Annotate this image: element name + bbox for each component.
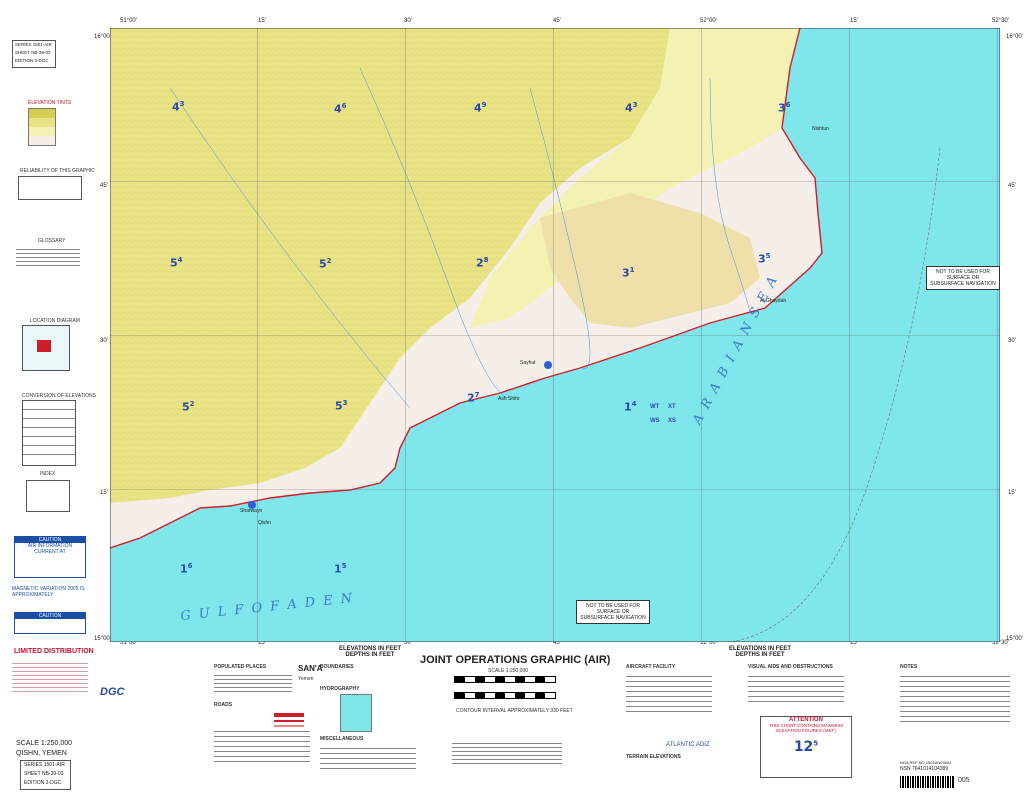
grid-label: WS	[650, 418, 660, 424]
notes-title: NOTES	[900, 664, 918, 670]
terrain-elevations-title: TERRAIN ELEVATIONS	[626, 754, 681, 760]
mef-label: 53	[335, 399, 348, 413]
barcode	[900, 776, 954, 788]
top-coord-2: 15'	[258, 18, 266, 24]
mef-label: 52	[182, 400, 195, 414]
visual-aids-legend	[748, 672, 844, 706]
glossary-title: GLOSSARY	[38, 238, 66, 244]
right-coord-4: 15'	[1008, 490, 1016, 496]
visual-aids-title: VISUAL AIDS AND OBSTRUCTIONS	[748, 664, 833, 670]
conversion-title: CONVERSION OF ELEVATIONS	[22, 393, 96, 399]
limited-distribution-text	[12, 660, 88, 695]
hydrography-sample	[340, 694, 372, 732]
top-coord-5: 52°00'	[700, 18, 717, 24]
top-coord-7: 52°30'	[992, 18, 1009, 24]
mef-label: 49	[474, 101, 487, 115]
airport-icon[interactable]	[248, 501, 256, 509]
roads-title: ROADS	[214, 702, 233, 708]
mef-label: 43	[172, 100, 185, 114]
left-coord-1: 16°00'	[94, 34, 111, 40]
nsn-text: NSN 7641014104389	[900, 766, 949, 772]
scale-bar	[454, 676, 556, 683]
mef-label: 54	[170, 256, 183, 270]
hydrography-title: HYDROGRAPHY	[320, 686, 360, 692]
populated-places-title: POPULATED PLACES	[214, 664, 267, 670]
navigation-warning: NOT TO BE USED FOR SURFACE OR SUBSURFACE…	[926, 266, 1000, 290]
sana-sub: Yemen	[298, 676, 314, 682]
mef-label: 36	[778, 101, 791, 115]
left-coord-3: 30'	[100, 338, 108, 344]
elevations-title-right: ELEVATIONS IN FEET DEPTHS IN FEET	[728, 646, 792, 658]
right-coord-2: 45'	[1008, 183, 1016, 189]
location-title: LOCATION DIAGRAM	[30, 318, 80, 324]
miscellaneous-title: MISCELLANEOUS	[320, 736, 364, 742]
mef-label: 28	[476, 256, 489, 270]
mef-label: 31	[622, 266, 635, 280]
location-diagram	[22, 325, 70, 371]
misc-lines	[320, 744, 416, 773]
series-box: SERIES 1501-AIR SHEET NB-39-03 EDITION 3…	[12, 40, 56, 68]
boundaries-title: BOUNDARIES	[320, 664, 354, 670]
dgc-logo: DGC	[100, 686, 125, 698]
caution-box-2: CAUTION	[14, 612, 86, 634]
contour-note: CONTOUR INTERVAL APPROXIMATELY 330 FEET	[456, 708, 573, 714]
place-label: Nishtun	[812, 126, 829, 132]
left-coord-5: 15°00'	[94, 636, 111, 642]
grid-label: XS	[668, 418, 677, 424]
mef-label: 27	[467, 391, 480, 405]
place-label: Qishn	[258, 520, 272, 526]
aircraft-facility-title: AIRCRAFT FACILITY	[626, 664, 676, 670]
sana-label: SAN'A	[298, 664, 323, 673]
index-title: INDEX	[40, 471, 56, 477]
roads-legend	[214, 710, 310, 766]
mef-label: 43	[625, 101, 638, 115]
series-box-bottom: SERIES 1501-AIR SHEET NB-39-03 EDITION 3…	[20, 760, 71, 790]
grid-label: XT	[668, 404, 676, 410]
mef-label: 46	[334, 102, 347, 116]
mef-label: 15	[334, 562, 347, 576]
place-label: Sayhut	[520, 360, 536, 366]
elevation-tints-title: ELEVATION TINTS	[28, 100, 72, 106]
main-title: JOINT OPERATIONS GRAPHIC (AIR)	[420, 654, 611, 666]
glossary-lines	[16, 246, 80, 269]
limited-distribution-title: LIMITED DISTRIBUTION	[14, 648, 94, 655]
barcode-tail: 005	[958, 777, 970, 784]
right-coord-1: 16°00'	[1006, 34, 1023, 40]
copyright-block	[452, 740, 562, 767]
scale-text: SCALE 1:250,000	[488, 668, 529, 674]
reliability-diagram	[18, 176, 82, 200]
nsn-ref: NGA REF NO 1501AN03903	[900, 760, 952, 765]
map-canvas[interactable]	[110, 28, 1000, 642]
elevations-title-left: ELEVATIONS IN FEET DEPTHS IN FEET	[338, 646, 402, 658]
top-coord-3: 30'	[404, 18, 412, 24]
notes-lines	[900, 672, 1010, 726]
scale-bar-2	[454, 692, 556, 699]
aircraft-legend	[626, 672, 712, 716]
mef-label: 35	[758, 252, 771, 266]
grid-label: WT	[650, 404, 660, 410]
mef-label: 52	[319, 257, 332, 271]
place-label: Ash Shihr	[498, 396, 520, 402]
left-coord-2: 45'	[100, 183, 108, 189]
atlantic-adiz: ATLANTIC ADIZ	[666, 742, 710, 748]
airport-icon[interactable]	[544, 361, 552, 369]
caution-box: CAUTION AIR INFORMATION CURRENT AT	[14, 536, 86, 578]
top-coord-6: 15'	[850, 18, 858, 24]
top-coord-4: 45'	[553, 18, 561, 24]
navigation-warning: NOT TO BE USED FOR SURFACE OR SUBSURFACE…	[576, 600, 650, 624]
attention-box: ATTENTION THIS CHART CONTAINS MAXIMUM EL…	[760, 716, 852, 778]
conversion-table	[22, 400, 76, 466]
index-diagram	[26, 480, 70, 512]
top-coord-1: 51°00'	[120, 18, 137, 24]
reliability-title: RELIABILITY OF THIS GRAPHIC	[20, 168, 95, 174]
left-coord-4: 15'	[100, 490, 108, 496]
sheet-name: QISHN, YEMEN	[16, 750, 67, 757]
populated-places-list	[214, 672, 292, 695]
right-coord-3: 30'	[1008, 338, 1016, 344]
elevation-legend	[28, 108, 56, 146]
mef-label: 14	[624, 400, 637, 414]
mef-label: 16	[180, 562, 193, 576]
scale-label: SCALE 1:250,000	[16, 740, 73, 747]
magnetic-note: MAGNETIC VARIATION 2005 IS APPROXIMATELY	[12, 586, 85, 598]
